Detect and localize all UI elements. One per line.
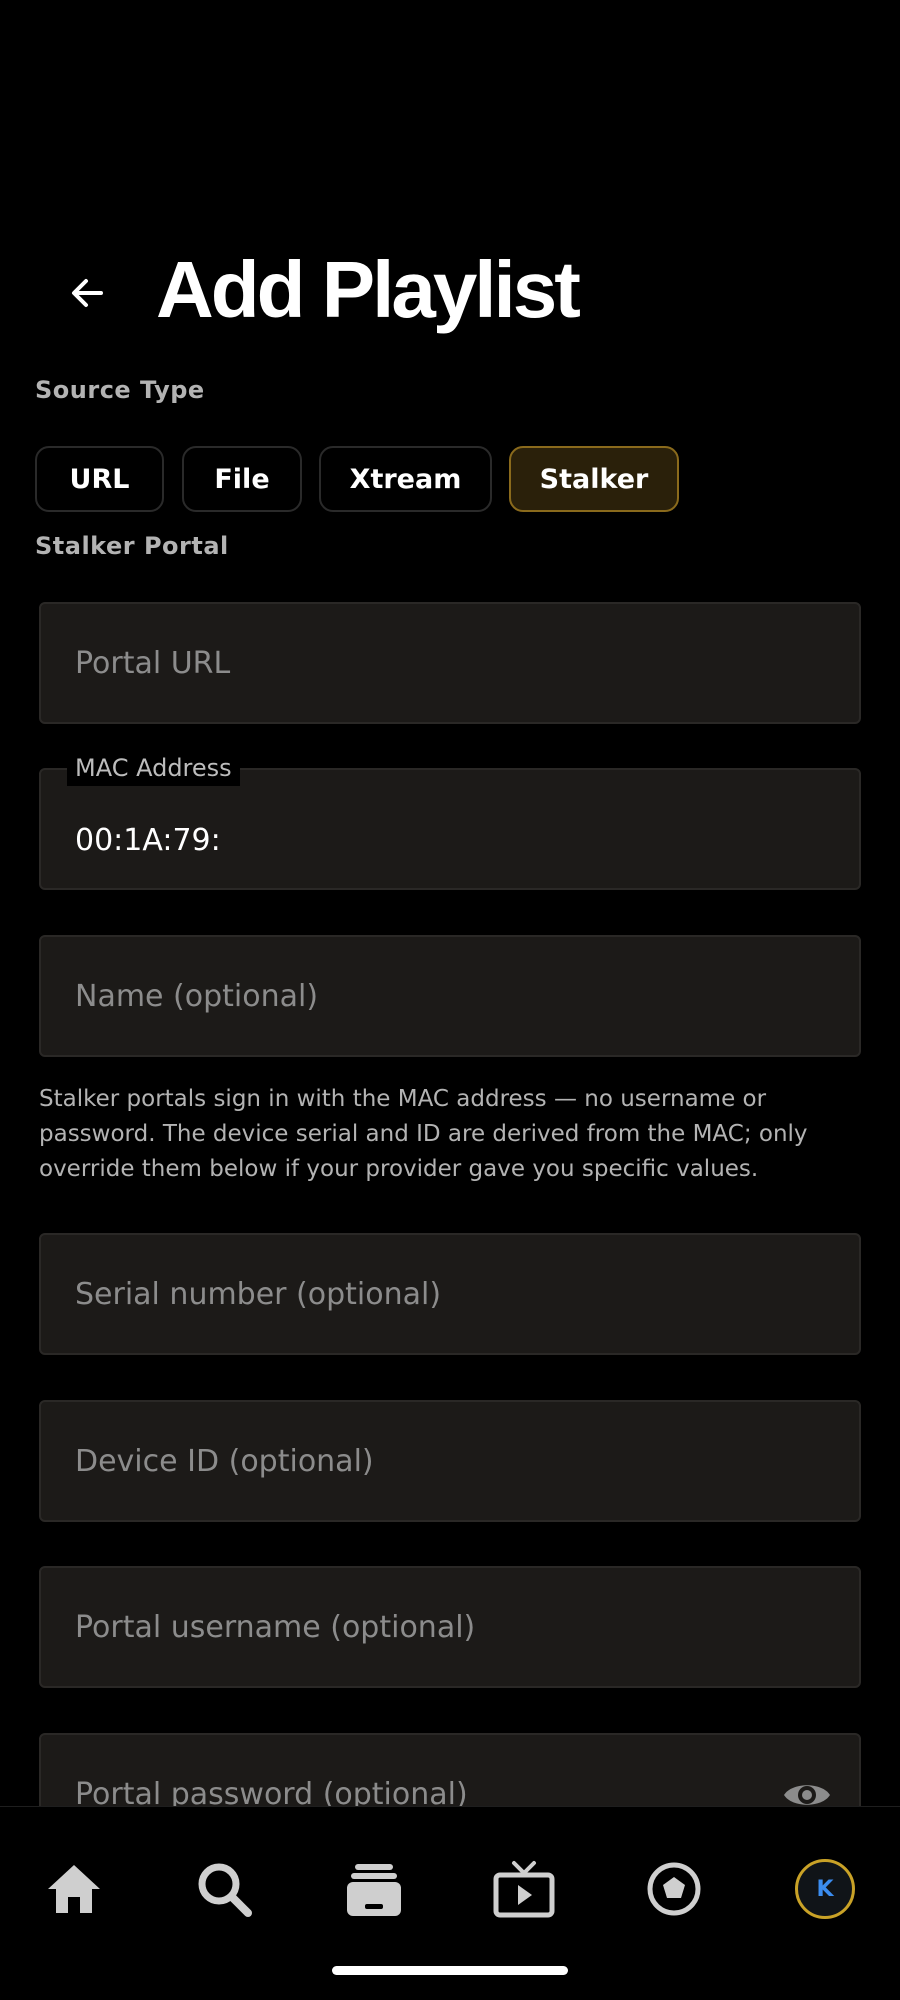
mac-address-label: MAC Address bbox=[67, 750, 240, 786]
nav-live-tv[interactable] bbox=[484, 1849, 564, 1929]
device-id-input[interactable] bbox=[75, 1402, 815, 1520]
portal-url-input[interactable] bbox=[75, 604, 815, 722]
back-button[interactable] bbox=[52, 258, 122, 328]
source-chip-xtream[interactable]: Xtream bbox=[319, 446, 492, 512]
avatar: K bbox=[795, 1859, 855, 1919]
nav-home[interactable] bbox=[34, 1849, 114, 1929]
header: Add Playlist bbox=[0, 230, 900, 350]
nav-library[interactable] bbox=[334, 1849, 414, 1929]
name-field bbox=[39, 935, 861, 1057]
portal-url-field bbox=[39, 602, 861, 724]
mac-address-field: MAC Address bbox=[39, 750, 861, 890]
home-icon bbox=[48, 1865, 100, 1913]
source-chip-url[interactable]: URL bbox=[35, 446, 164, 512]
device-id-field bbox=[39, 1400, 861, 1522]
mac-address-input[interactable] bbox=[75, 790, 815, 890]
soccer-ball-icon bbox=[647, 1862, 701, 1916]
home-indicator bbox=[332, 1966, 568, 1975]
arrow-left-icon bbox=[72, 279, 103, 307]
page-title: Add Playlist bbox=[156, 245, 581, 334]
stalker-portal-label: Stalker Portal bbox=[35, 532, 229, 560]
source-chip-stalker[interactable]: Stalker bbox=[509, 446, 679, 512]
stalker-helper-text: Stalker portals sign in with the MAC add… bbox=[39, 1086, 808, 1182]
tv-play-icon bbox=[493, 1861, 555, 1918]
library-icon bbox=[347, 1864, 401, 1916]
portal-username-field bbox=[39, 1566, 861, 1688]
source-chip-file[interactable]: File bbox=[182, 446, 302, 512]
source-type-label: Source Type bbox=[35, 376, 205, 404]
nav-profile[interactable]: K bbox=[785, 1849, 865, 1929]
search-icon bbox=[198, 1863, 252, 1917]
name-input[interactable] bbox=[75, 937, 815, 1055]
add-playlist-screen: Add Playlist Source Type URL File Xtream… bbox=[0, 0, 900, 2000]
serial-number-field bbox=[39, 1233, 861, 1355]
portal-username-input[interactable] bbox=[75, 1568, 815, 1686]
nav-sports[interactable] bbox=[634, 1849, 714, 1929]
serial-number-input[interactable] bbox=[75, 1235, 815, 1353]
nav-search[interactable] bbox=[184, 1849, 264, 1929]
